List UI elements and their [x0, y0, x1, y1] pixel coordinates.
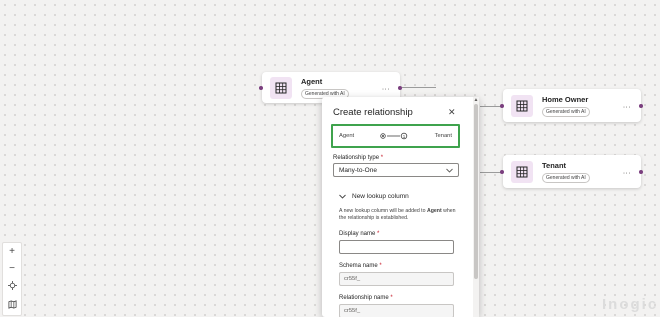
create-relationship-dialog: Create relationship ✕ Agent 1 Tenant Rel…	[322, 97, 479, 317]
ai-badge: Generated with AI	[542, 172, 590, 183]
connector-dot[interactable]	[259, 86, 263, 90]
connector-dot[interactable]	[639, 170, 643, 174]
relationship-type-value: Many-to-One	[339, 166, 377, 174]
more-options-button[interactable]: ...	[623, 166, 631, 175]
relationship-type-label: Relationship type *	[333, 155, 384, 161]
relationship-to: Tenant	[434, 133, 452, 139]
schema-name-input[interactable]: cr55f_	[339, 272, 454, 286]
scrollbar-thumb[interactable]	[474, 104, 478, 279]
table-icon	[511, 94, 533, 117]
ai-badge: Generated with AI	[542, 106, 590, 117]
lookup-description: A new lookup column will be added to Age…	[339, 208, 456, 221]
connector-dot[interactable]	[398, 86, 402, 90]
table-icon	[511, 160, 533, 183]
relationship-from: Agent	[339, 133, 355, 139]
connector-dot[interactable]	[639, 104, 643, 108]
relationship-name-input[interactable]: cr55f_	[339, 304, 454, 317]
lookup-toggle-label: New lookup column	[352, 193, 409, 200]
fit-view-icon	[7, 280, 17, 290]
table-icon	[270, 76, 292, 99]
more-options-button[interactable]: ...	[382, 82, 390, 91]
entity-card-home-owner[interactable]: Home Owner Generated with AI ...	[503, 89, 641, 122]
display-name-input[interactable]	[339, 240, 454, 254]
many-to-one-icon: 1	[380, 132, 408, 140]
more-options-button[interactable]: ...	[623, 100, 631, 109]
map-icon	[7, 299, 17, 309]
entity-name: Agent	[301, 76, 323, 86]
relationship-preview: Agent 1 Tenant	[331, 124, 460, 148]
minimap-button[interactable]	[7, 299, 17, 312]
connector-line	[480, 172, 502, 173]
watermark-logo: Inogic	[602, 296, 659, 313]
entity-card-tenant[interactable]: Tenant Generated with AI ...	[503, 155, 641, 188]
scroll-up-icon[interactable]: ▲	[473, 97, 479, 103]
entity-name: Home Owner	[542, 94, 589, 104]
connector-dot[interactable]	[500, 104, 504, 108]
relationship-name-label: Relationship name *	[339, 295, 393, 301]
dialog-title: Create relationship	[333, 107, 413, 118]
relationship-connector: 1	[380, 132, 408, 140]
fit-view-button[interactable]	[7, 280, 17, 293]
zoom-controls: + −	[2, 242, 22, 316]
entity-name: Tenant	[542, 160, 567, 170]
close-icon[interactable]: ✕	[448, 107, 456, 118]
zoom-out-button[interactable]: −	[9, 263, 15, 274]
display-name-label: Display name *	[339, 231, 380, 237]
chevron-down-icon	[339, 194, 346, 199]
schema-name-label: Schema name *	[339, 263, 382, 269]
connector-line	[402, 87, 436, 88]
chevron-down-icon	[446, 168, 453, 173]
new-lookup-column-toggle[interactable]: New lookup column	[339, 193, 409, 200]
connector-line	[480, 106, 502, 107]
relationship-type-select[interactable]: Many-to-One	[333, 163, 459, 177]
zoom-in-button[interactable]: +	[9, 246, 15, 257]
connector-dot[interactable]	[500, 170, 504, 174]
